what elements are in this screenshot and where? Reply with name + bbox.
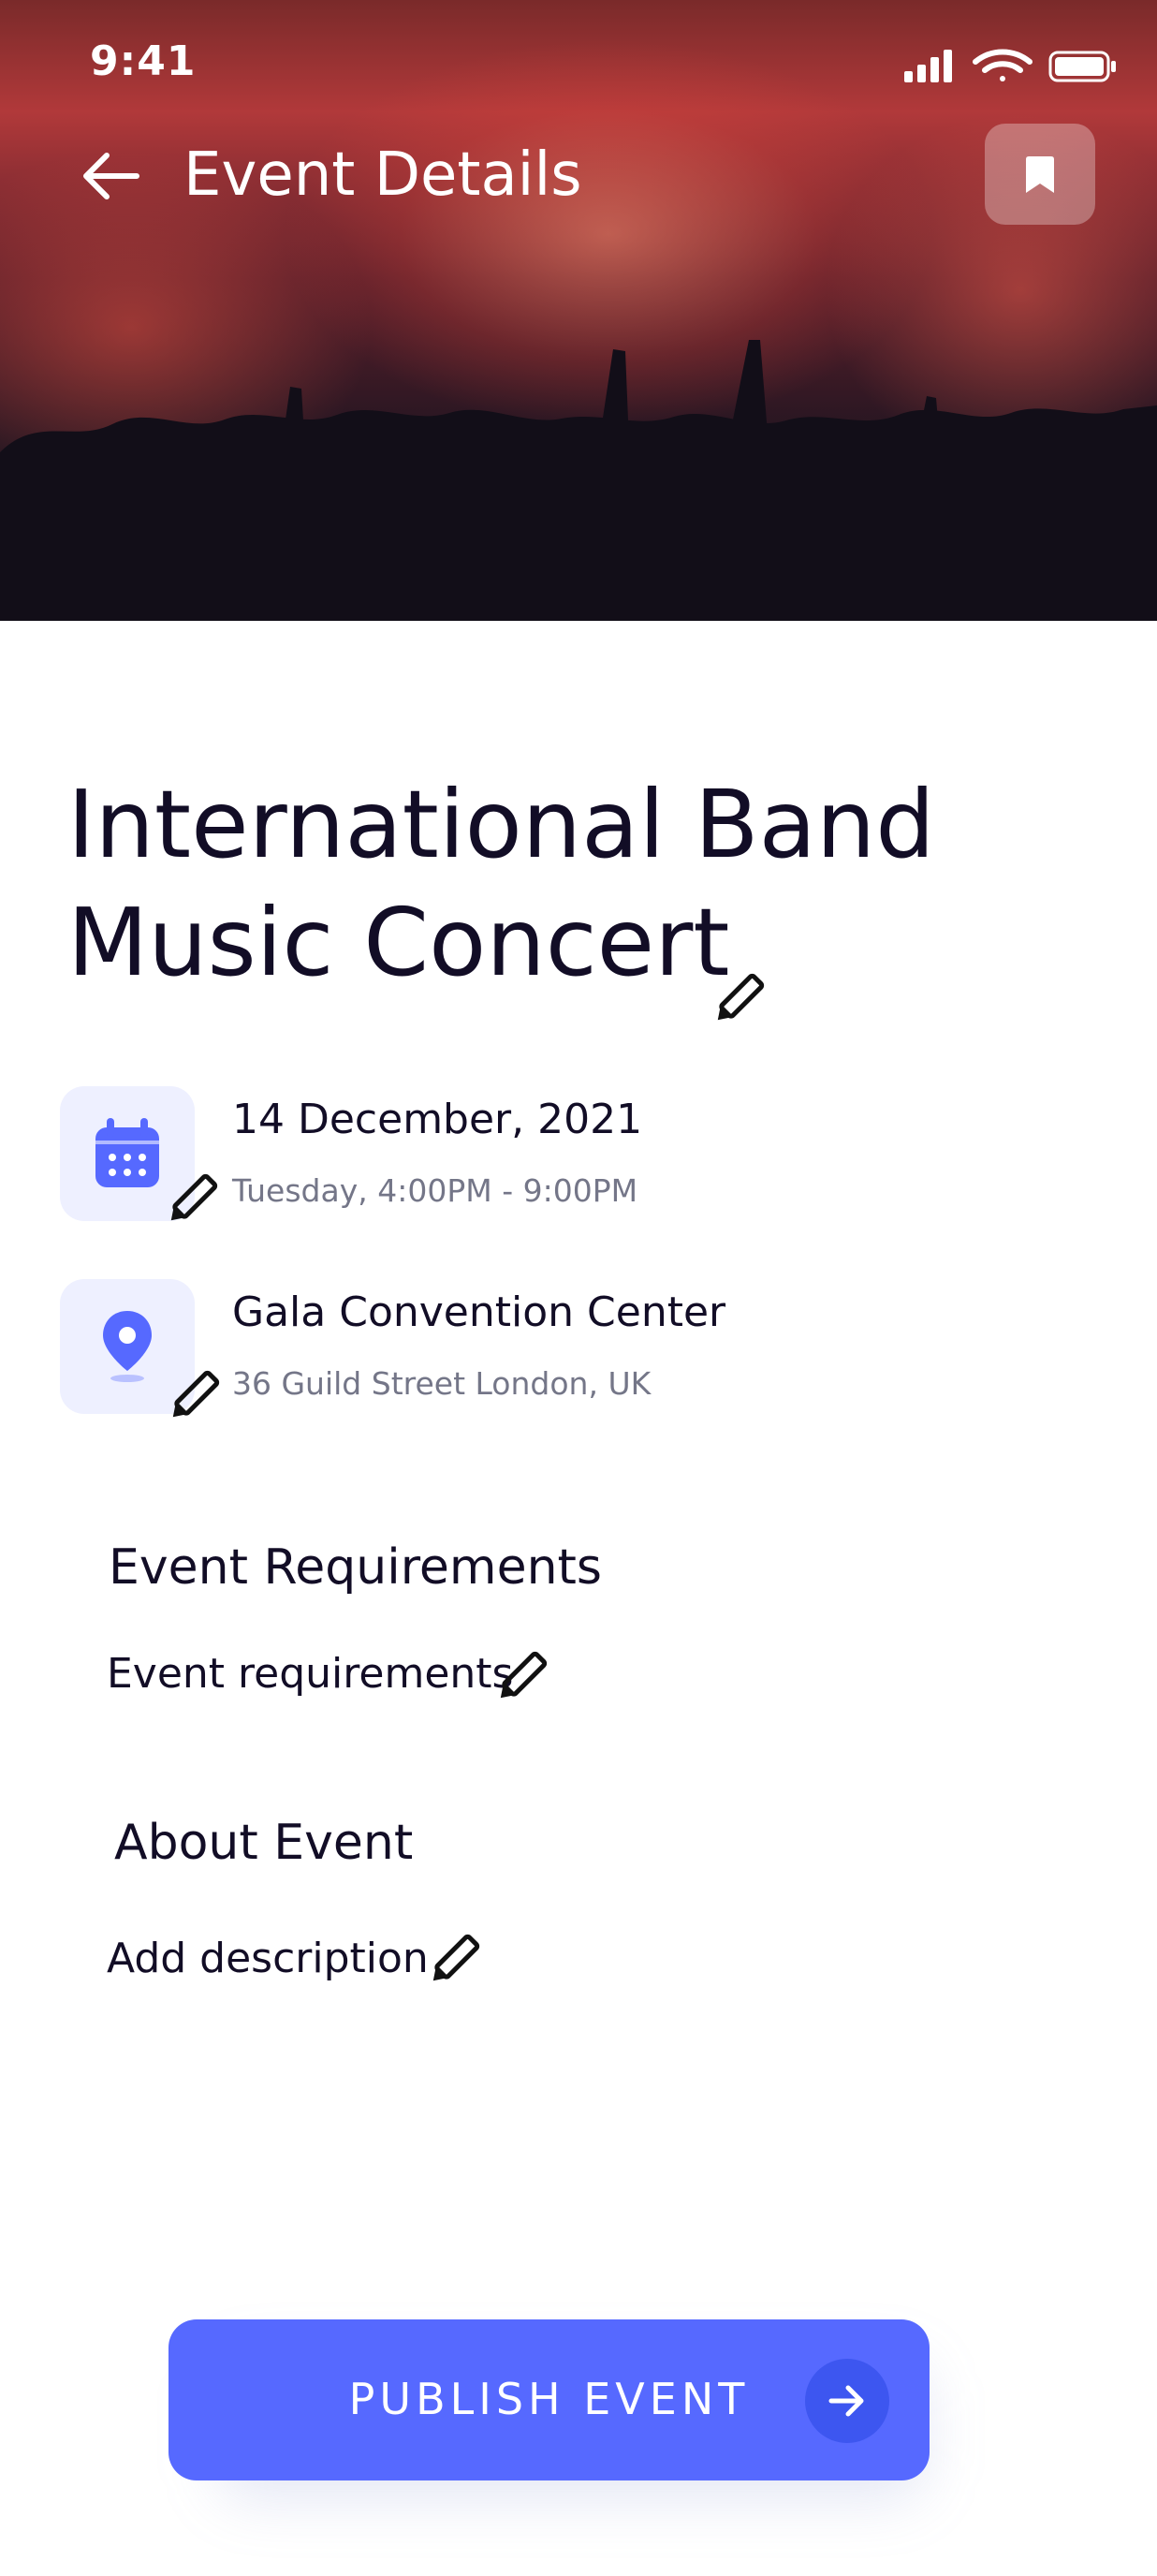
calendar-icon bbox=[95, 1118, 159, 1187]
location-pin-icon bbox=[103, 1311, 152, 1382]
event-date: 14 December, 2021 bbox=[232, 1096, 643, 1143]
status-icons bbox=[904, 49, 1116, 82]
arrow-circle bbox=[805, 2359, 889, 2443]
event-title-line: International Band bbox=[67, 770, 935, 879]
edit-venue-pencil-icon[interactable] bbox=[163, 1367, 223, 1427]
edit-title-pencil-icon[interactable] bbox=[708, 970, 768, 1030]
battery-icon bbox=[1048, 51, 1116, 82]
crowd-silhouette bbox=[0, 340, 1157, 621]
hero-image bbox=[0, 0, 1157, 621]
bookmark-icon bbox=[1026, 156, 1054, 193]
edit-description-pencil-icon[interactable] bbox=[423, 1931, 483, 1991]
back-button[interactable] bbox=[79, 150, 144, 202]
about-heading: About Event bbox=[114, 1815, 414, 1871]
page-title: Event Details bbox=[183, 140, 582, 210]
publish-event-button[interactable]: PUBLISH EVENT bbox=[168, 2319, 930, 2480]
edit-requirements-pencil-icon[interactable] bbox=[491, 1648, 550, 1708]
wifi-icon bbox=[973, 49, 1033, 81]
venue-name: Gala Convention Center bbox=[232, 1288, 726, 1336]
bookmark-button[interactable] bbox=[985, 124, 1095, 225]
arrow-right-icon bbox=[828, 2385, 864, 2417]
event-title-line: Music Concert bbox=[67, 888, 730, 997]
edit-date-pencil-icon[interactable] bbox=[161, 1170, 221, 1230]
event-title: International Band Music Concert bbox=[67, 766, 1003, 1002]
requirements-value[interactable]: Event requirements bbox=[107, 1650, 513, 1698]
arrow-left-icon bbox=[83, 153, 139, 199]
venue-address: 36 Guild Street London, UK bbox=[232, 1365, 652, 1402]
status-time: 9:41 bbox=[90, 37, 197, 85]
requirements-heading: Event Requirements bbox=[109, 1539, 603, 1596]
signal-icon bbox=[904, 50, 952, 82]
event-time: Tuesday, 4:00PM - 9:00PM bbox=[232, 1172, 638, 1209]
description-value[interactable]: Add description bbox=[107, 1935, 429, 1982]
